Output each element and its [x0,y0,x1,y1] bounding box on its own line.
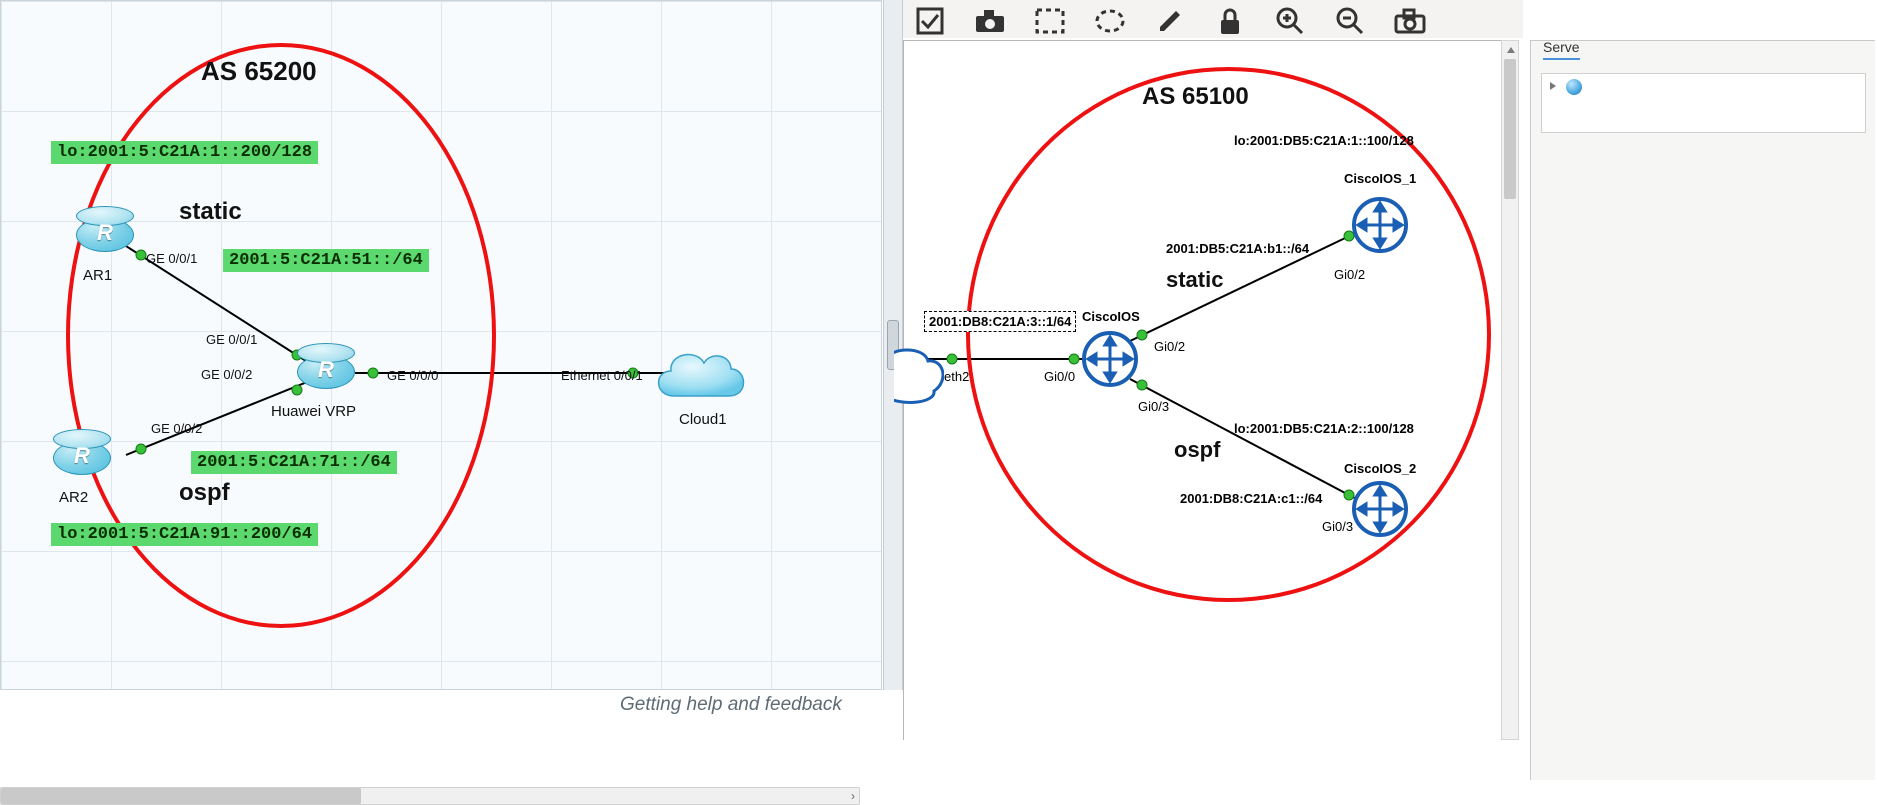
section-static-left: static [179,198,242,226]
iface-hub-in-top: GE 0/0/1 [206,332,257,347]
footer-help-text: Getting help and feedback [620,694,842,716]
edge-cloud[interactable] [894,341,944,411]
right-vertical-scrollbar[interactable] [1501,40,1519,740]
as-title-left: AS 65200 [201,56,317,87]
ellipse-dashed-icon[interactable] [1087,4,1133,38]
router-ar1-label: AR1 [83,267,112,284]
camera-icon[interactable] [967,4,1013,38]
iface-cloud-out: eth2 [944,369,969,384]
globe-icon [1566,79,1582,95]
iface-cloud-in: Ethernet 0/0/1 [561,368,643,383]
router-ciscoios-label: CiscoIOS [1082,309,1140,324]
zoom-in-icon[interactable] [1267,4,1313,38]
tree-caret-icon[interactable] [1550,82,1556,90]
iface-hub-out: GE 0/0/0 [387,368,438,383]
router-ar2[interactable]: R [53,429,111,487]
router-ciscoios-2-label: CiscoIOS_2 [1344,461,1416,476]
iface-hub-in: Gi0/0 [1044,369,1075,384]
gns3-canvas[interactable]: AS 65100 CiscoIOS [903,40,1501,740]
iface-ar1-out: GE 0/0/1 [146,251,197,266]
iface-r1-down: Gi0/2 [1334,267,1365,282]
servers-side-panel[interactable]: Serve [1530,40,1875,780]
iface-ar2-out: GE 0/0/2 [151,421,202,436]
iface-hub-down: Gi0/3 [1138,399,1169,414]
router-ar1[interactable]: R [76,206,134,264]
addr-lo-r2: lo:2001:DB5:C21A:2::100/128 [1234,421,1414,436]
addr-box-right[interactable]: 2001:DB8:C21A:3::1/64 [924,311,1076,332]
router-ciscoios-2[interactable] [1352,481,1408,537]
checkbox-icon[interactable] [907,4,953,38]
addr-lo-ar1: lo:2001:5:C21A:1::200/128 [51,141,318,164]
iface-hub-up: Gi0/2 [1154,339,1185,354]
router-ciscoios-1[interactable] [1352,197,1408,253]
left-horizontal-scrollbar[interactable]: › [0,787,860,805]
camera2-icon[interactable] [1387,4,1433,38]
addr-lo-r1: lo:2001:DB5:C21A:1::100/128 [1234,133,1414,148]
router-ciscoios-1-label: CiscoIOS_1 [1344,171,1416,186]
lock-icon[interactable] [1207,4,1253,38]
servers-tab[interactable]: Serve [1543,39,1580,60]
router-huawei-vrp-label: Huawei VRP [271,403,356,420]
addr-link-static-right: 2001:DB5:C21A:b1::/64 [1166,241,1309,256]
as-title-right: AS 65100 [1142,83,1249,111]
router-ar2-label: AR2 [59,489,88,506]
router-huawei-vrp[interactable]: R [297,343,355,401]
zoom-out-icon[interactable] [1327,4,1373,38]
huawei-ensp-canvas[interactable]: AS 65200 static ospf lo:2001:5:C21A:1::2… [0,0,882,690]
cloud1[interactable] [649,341,739,403]
addr-lo-ar2: lo:2001:5:C21A:91::200/64 [51,523,318,546]
iface-hub-in-bot: GE 0/0/2 [201,367,252,382]
addr-link-ospf-right: 2001:DB8:C21A:c1::/64 [1180,491,1322,506]
section-ospf-left: ospf [179,479,230,507]
addr-link-ospf: 2001:5:C21A:71::/64 [191,451,397,474]
pencil-icon[interactable] [1147,4,1193,38]
cloud1-label: Cloud1 [679,411,727,428]
section-ospf-right: ospf [1174,437,1220,463]
gns3-toolbar [903,0,1523,38]
section-static-right: static [1166,267,1223,293]
rect-dashed-icon[interactable] [1027,4,1073,38]
gns3-pane: AS 65100 CiscoIOS [903,0,1523,783]
router-ciscoios[interactable] [1082,331,1138,387]
servers-tree[interactable] [1541,73,1866,133]
addr-link-static: 2001:5:C21A:51::/64 [223,249,429,272]
iface-r2-up: Gi0/3 [1322,519,1353,534]
